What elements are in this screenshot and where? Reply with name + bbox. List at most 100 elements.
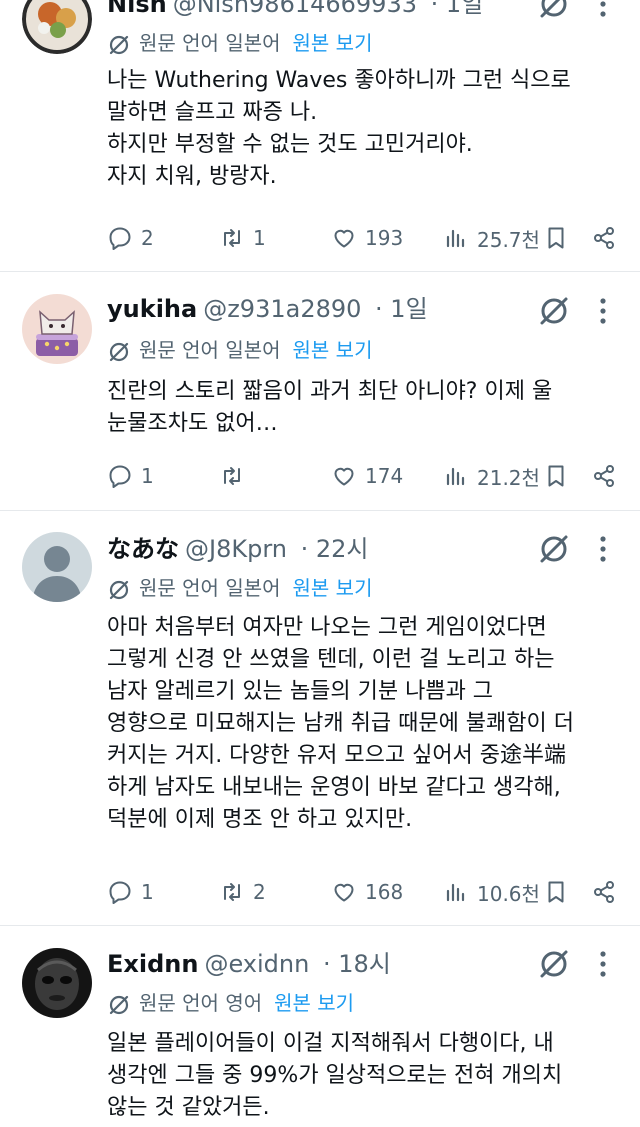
more-options-icon[interactable]: [588, 531, 618, 567]
bookmark-icon: [548, 465, 564, 487]
more-options-icon[interactable]: [588, 293, 618, 329]
heart-icon: [334, 883, 354, 902]
heart-icon: [334, 467, 354, 486]
timestamp[interactable]: · 22시: [301, 535, 369, 563]
display-name[interactable]: Exidnn: [107, 950, 198, 978]
avatar[interactable]: [22, 948, 92, 1018]
tweet-text-line: 자지 치워, 방랑자.: [107, 164, 277, 189]
reply-button[interactable]: 2: [107, 220, 154, 256]
tweet-text: 진란의 스토리 짧음이 과거 최단 아니야? 이제 울 눈물조차도 없어…: [107, 376, 617, 440]
reply-count: 1: [141, 880, 154, 904]
repost-icon: [224, 467, 240, 485]
share-icon: [594, 881, 614, 903]
views-button[interactable]: 10.6천: [443, 874, 540, 910]
reply-button[interactable]: 1: [107, 874, 154, 910]
tweet-text: 일본 플레이어들이 이걸 지적해줘서 다행이다, 내 생각엔 그들 중 99%가…: [107, 1028, 617, 1124]
grok-icon[interactable]: [536, 0, 572, 22]
views-button[interactable]: 25.7천: [443, 220, 540, 256]
tweet-text-line: 하게 남자도 내보내는 운영이 바보 같다고 생각해,: [107, 775, 561, 800]
bookmark-button[interactable]: [543, 220, 569, 256]
view-count: 10.6천: [477, 881, 540, 906]
grok-icon[interactable]: [536, 293, 572, 329]
repost-icon: [224, 229, 240, 247]
translation-label: 원문 언어 일본어: [139, 576, 281, 600]
translation-note: 원문 언어 일본어 원본 보기: [107, 573, 372, 603]
translate-icon: [107, 33, 131, 57]
more-options-icon[interactable]: [588, 946, 618, 982]
tweet-text-line: 하지만 부정할 수 없는 것도 고민거리야.: [107, 132, 473, 157]
username[interactable]: @z931a2890: [203, 295, 361, 323]
timestamp[interactable]: · 1일: [375, 295, 428, 323]
repost-icon: [224, 883, 240, 901]
tweet-text-line: 남자 알레르기 있는 놈들의 기분 나쁨과 그: [107, 679, 494, 704]
reply-count: 1: [141, 464, 154, 488]
repost-button[interactable]: 1: [219, 220, 266, 256]
repost-count: 2: [253, 880, 266, 904]
display-name[interactable]: なあな: [107, 535, 179, 563]
share-button[interactable]: [591, 874, 617, 910]
grok-icon[interactable]: [536, 946, 572, 982]
view-original-link[interactable]: 원본 보기: [293, 576, 373, 600]
username[interactable]: @Nish98614669933: [173, 0, 417, 18]
tweet-text-line: 생각엔 그들 중 99%가 일상적으로는 전혀 개의치: [107, 1063, 563, 1088]
tweet-header: yukiha @z931a2890 · 1일: [107, 291, 540, 327]
like-button[interactable]: 193: [331, 220, 403, 256]
bookmark-button[interactable]: [543, 458, 569, 494]
tweet-text-line: 일본 플레이어들이 이걸 지적해줘서 다행이다, 내: [107, 1031, 554, 1056]
view-count: 21.2천: [477, 465, 540, 490]
bookmark-button[interactable]: [543, 874, 569, 910]
avatar[interactable]: [22, 294, 92, 364]
translate-icon: [107, 993, 131, 1017]
repost-button[interactable]: 2: [219, 874, 266, 910]
like-button[interactable]: 168: [331, 874, 403, 910]
views-button[interactable]: 21.2천: [443, 458, 540, 494]
display-name[interactable]: Nish: [107, 0, 167, 18]
views-icon: [446, 883, 465, 902]
like-button[interactable]: 174: [331, 458, 403, 494]
tweet[interactable]: なあな @J8Kprn · 22시 원문 언어 일본어 원본 보기 아마 처음부터 …: [0, 511, 640, 925]
tweet[interactable]: Exidnn @exidnn · 18시 원문 언어 영어 원본 보기 일본 플레이…: [0, 926, 640, 1127]
view-original-link[interactable]: 원본 보기: [293, 338, 373, 362]
tweet-text-line: 진란의 스토리 짧음이 과거 최단 아니야? 이제 울: [107, 379, 553, 404]
view-original-link[interactable]: 원본 보기: [293, 31, 373, 55]
tweet-header: Nish @Nish98614669933 · 1일: [107, 0, 540, 22]
views-icon: [446, 467, 465, 486]
translation-note: 원문 언어 일본어 원본 보기: [107, 335, 372, 365]
tweet-text-line: 커지는 거지. 다양한 유저 모으고 싶어서 중途半端: [107, 743, 567, 768]
share-button[interactable]: [591, 220, 617, 256]
repost-count: 1: [253, 226, 266, 250]
username[interactable]: @exidnn: [204, 950, 309, 978]
tweet-text-line: 눈물조차도 없어…: [107, 411, 278, 436]
reply-icon: [109, 881, 131, 904]
translation-label: 원문 언어 영어: [139, 991, 263, 1015]
view-count: 25.7천: [477, 227, 540, 252]
bookmark-icon: [548, 881, 564, 903]
reply-icon: [109, 465, 131, 488]
share-button[interactable]: [591, 458, 617, 494]
more-options-icon[interactable]: [588, 0, 618, 22]
view-original-link[interactable]: 원본 보기: [274, 991, 354, 1015]
tweet-text-line: 않는 것 같았거든.: [107, 1095, 270, 1120]
tweet-text-line: 아마 처음부터 여자만 나오는 그런 게임이었다면: [107, 615, 547, 640]
translation-note: 원문 언어 일본어 원본 보기: [107, 28, 372, 58]
translate-icon: [107, 340, 131, 364]
tweet-text: 아마 처음부터 여자만 나오는 그런 게임이었다면 그렇게 신경 안 쓰였을 텐…: [107, 612, 617, 836]
tweet[interactable]: yukiha @z931a2890 · 1일 원문 언어 일본어 원본 보기 진란의…: [0, 272, 640, 510]
timestamp[interactable]: · 1일: [431, 0, 484, 18]
tweet-text-line: 영향으로 미묘해지는 남캐 취급 때문에 불쾌함이 더: [107, 711, 575, 736]
avatar[interactable]: [22, 0, 92, 54]
reply-button[interactable]: 1: [107, 458, 154, 494]
like-count: 168: [365, 880, 404, 904]
tweet-actions: 1 174 21.2천: [0, 458, 640, 494]
timestamp[interactable]: · 18시: [323, 950, 391, 978]
tweet-actions: 1 2 168 10.6천: [0, 874, 640, 910]
username[interactable]: @J8Kprn: [185, 535, 287, 563]
translation-label: 원문 언어 일본어: [139, 338, 281, 362]
display-name[interactable]: yukiha: [107, 295, 197, 323]
avatar[interactable]: [22, 532, 92, 602]
repost-button[interactable]: [219, 458, 245, 494]
tweet-text-line: 나는 Wuthering Waves 좋아하니까 그런 식으로: [107, 68, 571, 93]
translation-note: 원문 언어 영어 원본 보기: [107, 988, 354, 1018]
tweet[interactable]: Nish @Nish98614669933 · 1일 원문 언어 일본어 원본 보기…: [0, 0, 640, 270]
grok-icon[interactable]: [536, 531, 572, 567]
